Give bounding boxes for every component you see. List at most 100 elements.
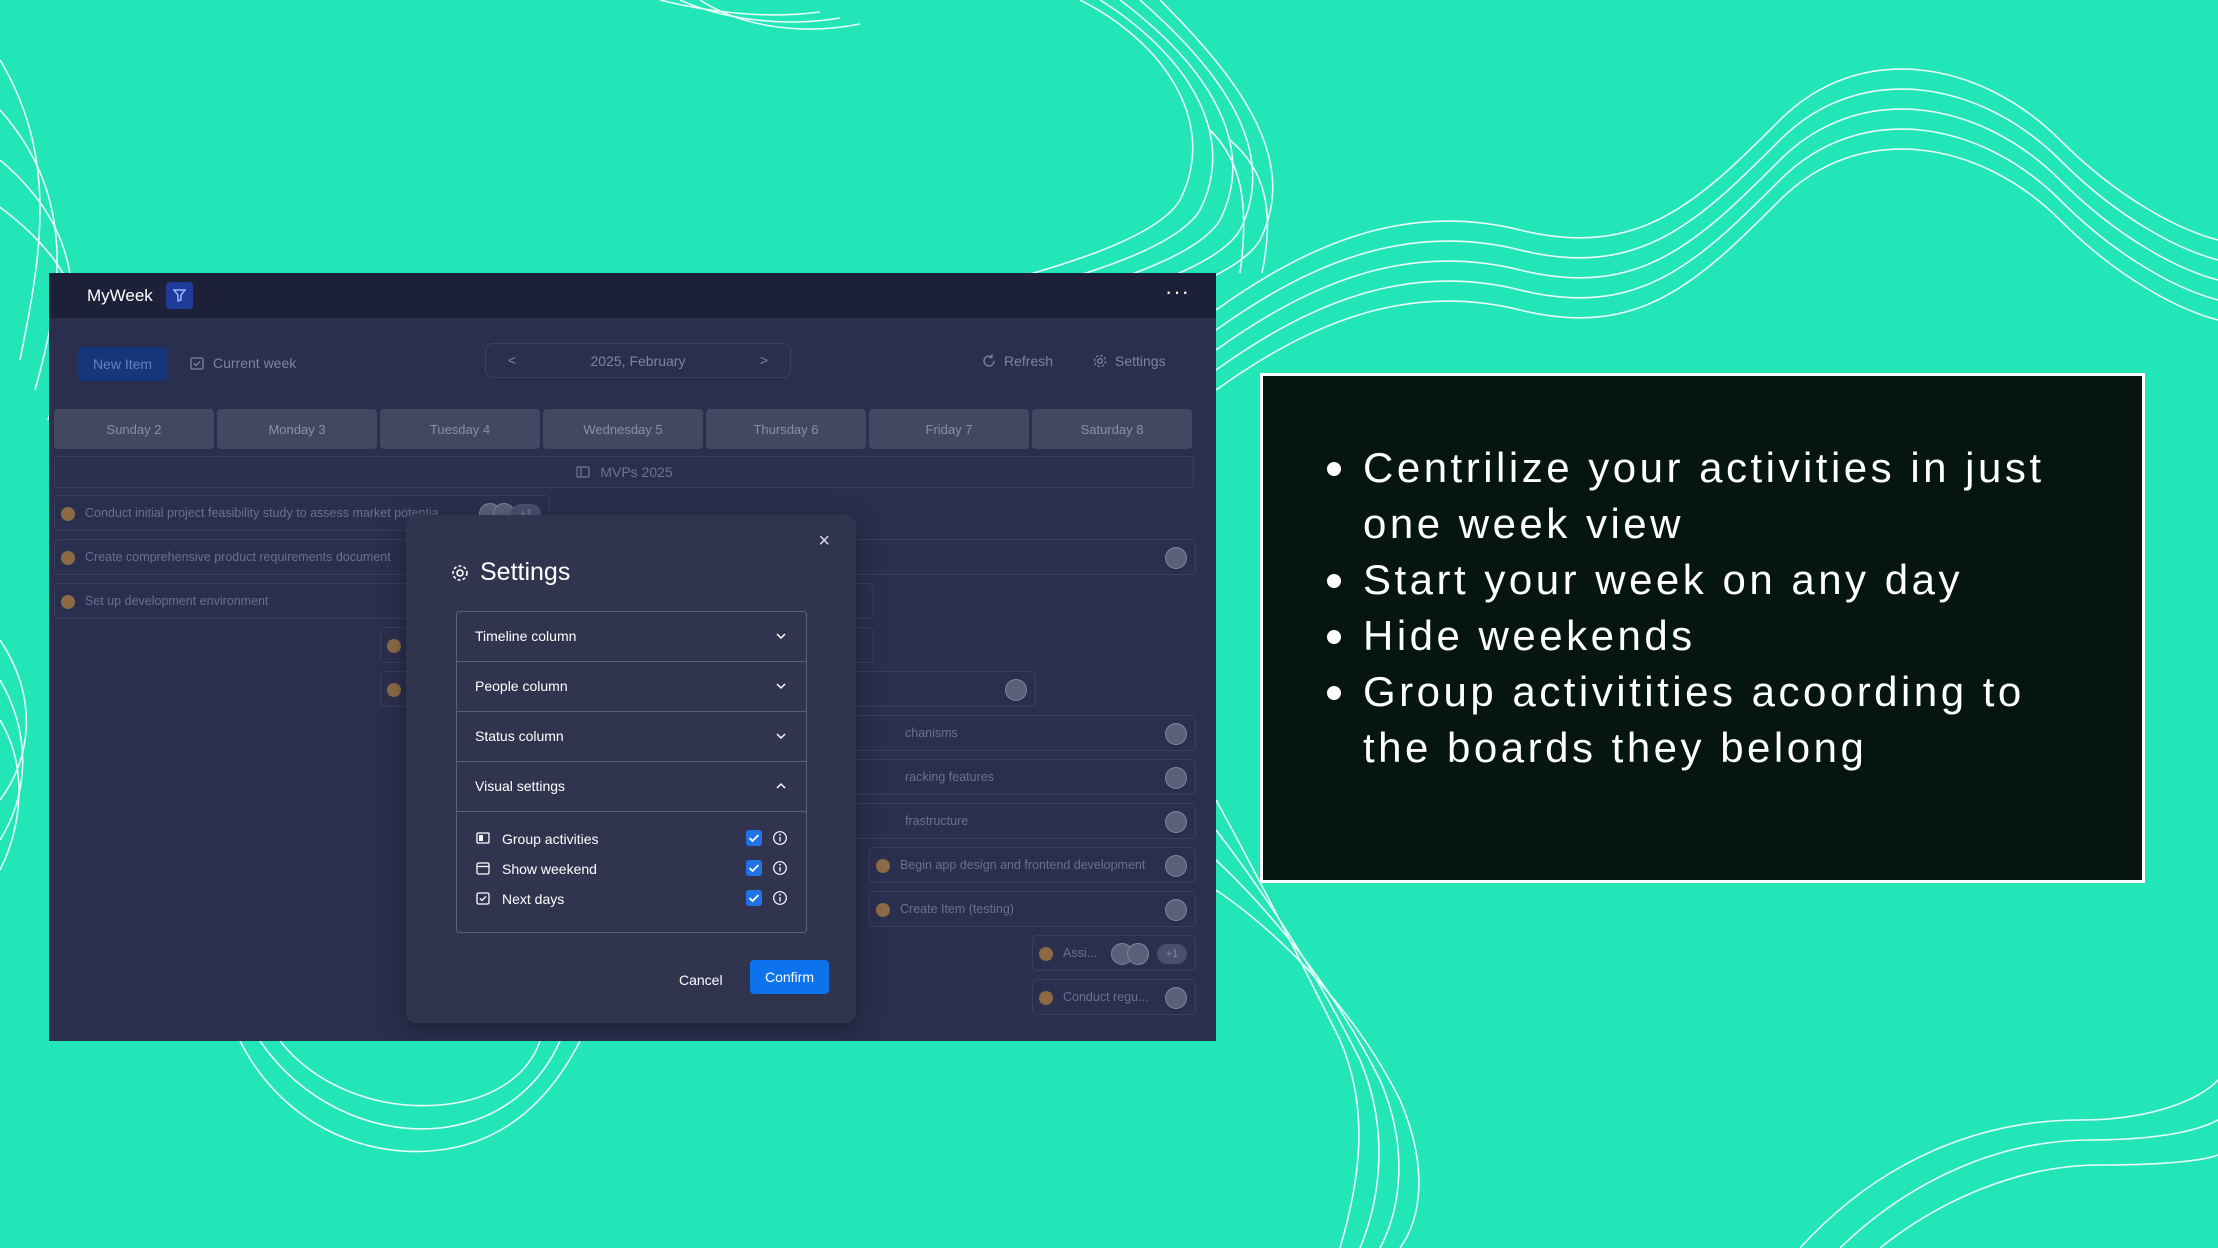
task-title: Begin app design and frontend developmen…	[900, 858, 1146, 872]
settings-accordion: Timeline column People column Status col…	[456, 611, 807, 933]
task-item[interactable]: Assi... +1	[1032, 935, 1196, 971]
avatar	[1165, 899, 1187, 921]
accordion-label: People column	[475, 678, 568, 694]
option-label: Group activities	[502, 831, 599, 847]
show-weekend-checkbox[interactable]	[746, 860, 762, 876]
group-header[interactable]: MVPs 2025	[54, 456, 1194, 488]
avatar	[1165, 547, 1187, 569]
settings-label: Settings	[1115, 353, 1166, 369]
status-dot	[61, 507, 75, 521]
accordion-label: Visual settings	[475, 778, 566, 794]
confirm-button[interactable]: Confirm	[750, 960, 829, 994]
filter-icon[interactable]	[166, 282, 193, 309]
task-title: Conduct initial project feasibility stud…	[85, 506, 439, 520]
refresh-button[interactable]: Refresh	[981, 353, 1053, 369]
feature-item: Centrilize your activities in just one w…	[1323, 440, 2102, 552]
refresh-label: Refresh	[1004, 353, 1054, 369]
task-item[interactable]: frastructure	[824, 803, 1196, 839]
accordion-label: Status column	[475, 728, 564, 744]
info-icon[interactable]	[772, 830, 788, 846]
task-item[interactable]: Create Item (testing)	[869, 891, 1196, 927]
option-label: Show weekend	[502, 861, 597, 877]
refresh-icon	[983, 354, 995, 367]
current-month-label: 2025, February	[590, 353, 686, 369]
feature-list: Centrilize your activities in just one w…	[1323, 440, 2102, 776]
day-header-monday[interactable]: Monday 3	[217, 409, 377, 449]
chevron-down-icon	[776, 633, 786, 640]
status-dot	[387, 639, 401, 653]
option-next-days: Next days	[475, 888, 788, 910]
status-dot	[876, 859, 890, 873]
task-title: Conduct regu...	[1063, 990, 1149, 1004]
feature-list-box: Centrilize your activities in just one w…	[1260, 373, 2145, 883]
task-title: chanisms	[905, 726, 958, 740]
app-title: MyWeek	[87, 286, 153, 305]
avatar	[1165, 987, 1187, 1009]
day-header-friday[interactable]: Friday 7	[869, 409, 1029, 449]
task-title: Assi...	[1063, 946, 1098, 960]
status-dot	[387, 683, 401, 697]
gear-icon	[452, 564, 468, 581]
feature-item: Group activitities acoording to the boar…	[1323, 664, 2102, 776]
chevron-down-icon	[776, 733, 786, 740]
group-label: MVPs 2025	[600, 464, 673, 480]
current-week-toggle[interactable]: Current week	[189, 353, 296, 373]
avatar	[1165, 855, 1187, 877]
gear-icon	[1093, 354, 1107, 368]
accordion-label: Timeline column	[475, 628, 577, 644]
day-header-saturday[interactable]: Saturday 8	[1032, 409, 1192, 449]
more-assignees-badge: +1	[1157, 944, 1187, 964]
settings-dialog: × Settings Timeline column People column…	[406, 515, 856, 1023]
settings-button[interactable]: Settings	[1092, 353, 1166, 369]
status-dot	[1039, 991, 1053, 1005]
calendar-icon	[476, 862, 490, 875]
calendar-check-icon	[476, 892, 490, 905]
feature-item: Start your week on any day	[1323, 552, 2102, 608]
status-dot	[61, 595, 75, 609]
current-week-label: Current week	[213, 355, 297, 371]
titlebar: MyWeek ···	[49, 273, 1216, 318]
accordion-timeline-column[interactable]: Timeline column	[457, 612, 806, 662]
avatar	[1165, 811, 1187, 833]
day-header-tuesday[interactable]: Tuesday 4	[380, 409, 540, 449]
avatar	[1005, 679, 1027, 701]
option-group-activities: Group activities	[475, 828, 788, 850]
task-title: Create Item (testing)	[900, 902, 1014, 916]
avatar	[1127, 943, 1149, 965]
cancel-button[interactable]: Cancel	[679, 972, 723, 988]
board-icon	[576, 466, 590, 478]
info-icon[interactable]	[772, 860, 788, 876]
task-item[interactable]: Conduct regu...	[1032, 979, 1196, 1015]
avatar	[1165, 767, 1187, 789]
accordion-people-column[interactable]: People column	[457, 662, 806, 712]
close-icon[interactable]: ×	[818, 531, 830, 551]
group-activities-checkbox[interactable]	[746, 830, 762, 846]
myweek-app-window: MyWeek ··· New Item Current week < 2025,…	[49, 273, 1216, 1041]
task-title: Set up development environment	[85, 594, 269, 608]
calendar-check-icon	[190, 357, 204, 370]
day-header-wednesday[interactable]: Wednesday 5	[543, 409, 703, 449]
chevron-up-icon	[776, 782, 786, 789]
day-header-sunday[interactable]: Sunday 2	[54, 409, 214, 449]
status-dot	[1039, 947, 1053, 961]
accordion-status-column[interactable]: Status column	[457, 712, 806, 762]
accordion-visual-settings[interactable]: Visual settings	[457, 762, 806, 812]
task-item[interactable]: chanisms	[824, 715, 1196, 751]
next-week-button[interactable]: >	[760, 352, 768, 368]
day-header-thursday[interactable]: Thursday 6	[706, 409, 866, 449]
feature-item: Hide weekends	[1323, 608, 2102, 664]
info-icon[interactable]	[772, 890, 788, 906]
option-show-weekend: Show weekend	[475, 858, 788, 880]
new-item-button[interactable]: New Item	[78, 347, 167, 381]
dialog-title-text: Settings	[480, 558, 571, 586]
visual-settings-panel: Group activities Show weekend Next days	[457, 812, 806, 932]
task-item[interactable]: racking features	[824, 759, 1196, 795]
next-days-checkbox[interactable]	[746, 890, 762, 906]
option-label: Next days	[502, 891, 565, 907]
task-title: racking features	[905, 770, 994, 784]
task-title: frastructure	[905, 814, 969, 828]
task-item[interactable]: Begin app design and frontend developmen…	[869, 847, 1196, 883]
more-horizontal-icon[interactable]: ···	[1165, 279, 1190, 305]
date-navigator: < 2025, February >	[485, 343, 791, 378]
status-dot	[876, 903, 890, 917]
